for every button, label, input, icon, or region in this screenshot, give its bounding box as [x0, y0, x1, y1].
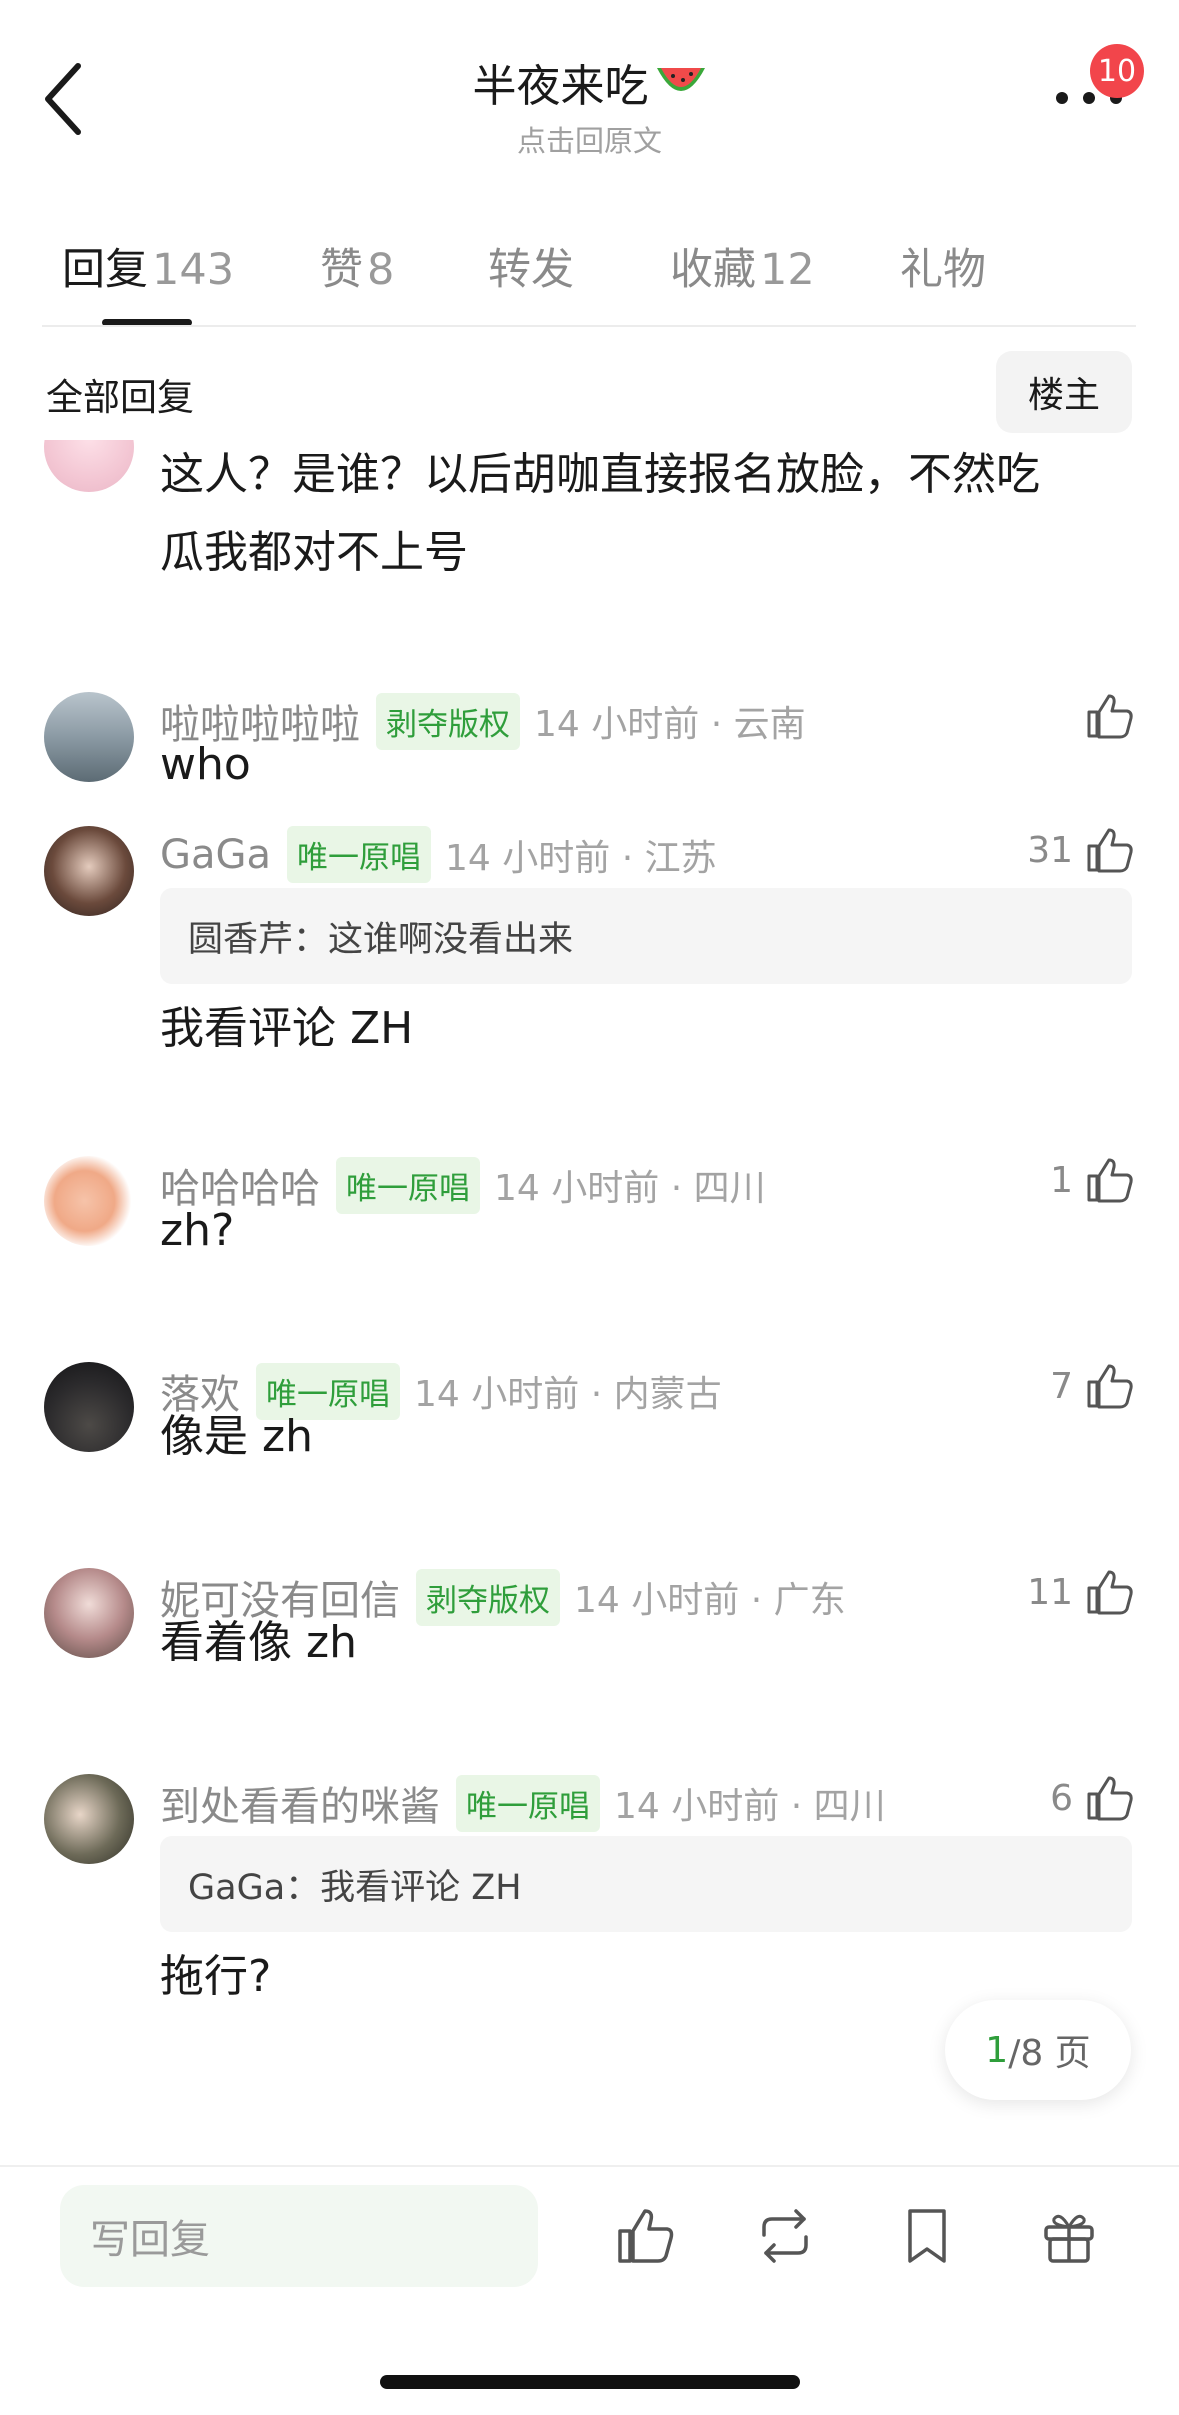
timestamp-location: 14 小时前 · 云南 [534, 704, 806, 745]
avatar[interactable] [44, 1774, 134, 1864]
like-count: 1 [1050, 1159, 1073, 1201]
like-control[interactable]: 7 [1050, 1362, 1135, 1410]
user-badge: 剥夺版权 [416, 1568, 560, 1626]
tab-gifts[interactable]: 礼物 [900, 235, 990, 297]
thumbs-up-icon[interactable] [1085, 692, 1135, 740]
bookmark-icon[interactable] [896, 2205, 958, 2267]
thumbs-up-icon[interactable] [1085, 1774, 1135, 1822]
all-replies-label[interactable]: 全部回复 [46, 367, 194, 421]
comment-meta: GaGa 唯一原唱 14 小时前 · 江苏 [160, 826, 717, 883]
like-icon[interactable] [614, 2205, 676, 2267]
comment-text[interactable]: 我看评论 ZH [160, 990, 413, 1068]
comment-meta: 到处看看的咪酱 唯一原唱 14 小时前 · 四川 [160, 1774, 886, 1832]
divider [0, 2165, 1179, 2167]
repost-icon[interactable] [754, 2205, 816, 2267]
like-count: 7 [1050, 1365, 1073, 1407]
home-indicator[interactable] [380, 2375, 800, 2389]
like-control[interactable]: 1 [1050, 1156, 1135, 1204]
tab-favorites[interactable]: 收藏12 [670, 235, 815, 297]
avatar[interactable] [44, 1362, 134, 1452]
post-title-text: 半夜来吃 [472, 61, 649, 112]
avatar[interactable] [44, 440, 134, 492]
notification-badge: 10 [1090, 44, 1144, 98]
timestamp-location: 14 小时前 · 江苏 [445, 837, 717, 879]
thumbs-up-icon[interactable] [1085, 826, 1135, 874]
post-title[interactable]: 半夜来吃 [473, 50, 707, 114]
comment-meta: 啦啦啦啦啦 剥夺版权 14 小时前 · 云南 [160, 692, 806, 750]
user-badge: 唯一原唱 [336, 1156, 480, 1214]
comment-meta: 哈哈哈哈 唯一原唱 14 小时前 · 四川 [160, 1156, 766, 1214]
username[interactable]: GaGa [160, 832, 271, 878]
user-badge: 唯一原唱 [456, 1774, 600, 1832]
avatar[interactable] [44, 826, 134, 916]
username[interactable]: 到处看看的咪酱 [160, 1774, 440, 1832]
host-only-button[interactable]: 楼主 [996, 351, 1132, 433]
comment-text[interactable]: 这人？是谁？以后胡咖直接报名放脸，不然吃 瓜我都对不上号 [160, 440, 1040, 592]
title-block[interactable]: 半夜来吃 点击回原文 [0, 50, 1179, 160]
page-indicator[interactable]: 1/8 页 [945, 2000, 1131, 2100]
comment-text[interactable]: 像是 zh [160, 1398, 313, 1476]
reply-input[interactable]: 写回复 [60, 2185, 538, 2287]
avatar[interactable] [44, 1568, 134, 1658]
tab-bar: 回复143 赞8 转发 收藏12 礼物 [0, 225, 1179, 326]
comment-text[interactable]: who [160, 726, 251, 804]
comment-list[interactable]: 这人？是谁？以后胡咖直接报名放脸，不然吃 瓜我都对不上号 啦啦啦啦啦 剥夺版权 … [0, 440, 1179, 2160]
like-control[interactable] [1085, 692, 1135, 740]
thumbs-up-icon[interactable] [1085, 1156, 1135, 1204]
like-count: 31 [1027, 829, 1073, 871]
back-to-original-link[interactable]: 点击回原文 [0, 118, 1179, 160]
filter-bar: 全部回复 楼主 [0, 345, 1179, 435]
watermelon-icon [656, 68, 705, 91]
like-control[interactable]: 31 [1027, 826, 1135, 874]
timestamp-location: 14 小时前 · 四川 [614, 1786, 886, 1827]
user-badge: 剥夺版权 [376, 692, 520, 750]
tab-reposts[interactable]: 转发 [488, 235, 578, 297]
quoted-reply[interactable]: GaGa：我看评论 ZH [160, 1836, 1132, 1932]
thumbs-up-icon[interactable] [1085, 1568, 1135, 1616]
tab-replies[interactable]: 回复143 [62, 235, 234, 297]
divider [42, 325, 1136, 327]
comment-text[interactable]: 看着像 zh [160, 1604, 357, 1682]
top-nav-bar: 半夜来吃 点击回原文 10 [0, 0, 1179, 190]
like-count: 6 [1050, 1777, 1073, 1819]
current-page: 1 [985, 2029, 1009, 2071]
comment-text[interactable]: zh? [160, 1192, 234, 1270]
user-badge: 唯一原唱 [287, 826, 432, 883]
avatar[interactable] [44, 1156, 134, 1246]
like-control[interactable]: 11 [1027, 1568, 1135, 1616]
comment-text[interactable]: 拖行? [160, 1938, 271, 2016]
total-pages: /8 页 [1008, 2033, 1091, 2074]
like-count: 11 [1027, 1571, 1073, 1613]
tab-likes[interactable]: 赞8 [320, 235, 394, 297]
quoted-reply[interactable]: 圆香芹：这谁啊没看出来 [160, 888, 1132, 984]
avatar[interactable] [44, 692, 134, 782]
timestamp-location: 14 小时前 · 四川 [494, 1168, 766, 1209]
timestamp-location: 14 小时前 · 内蒙古 [414, 1374, 722, 1415]
thumbs-up-icon[interactable] [1085, 1362, 1135, 1410]
timestamp-location: 14 小时前 · 广东 [574, 1580, 846, 1621]
like-control[interactable]: 6 [1050, 1774, 1135, 1822]
gift-icon[interactable] [1038, 2205, 1100, 2267]
